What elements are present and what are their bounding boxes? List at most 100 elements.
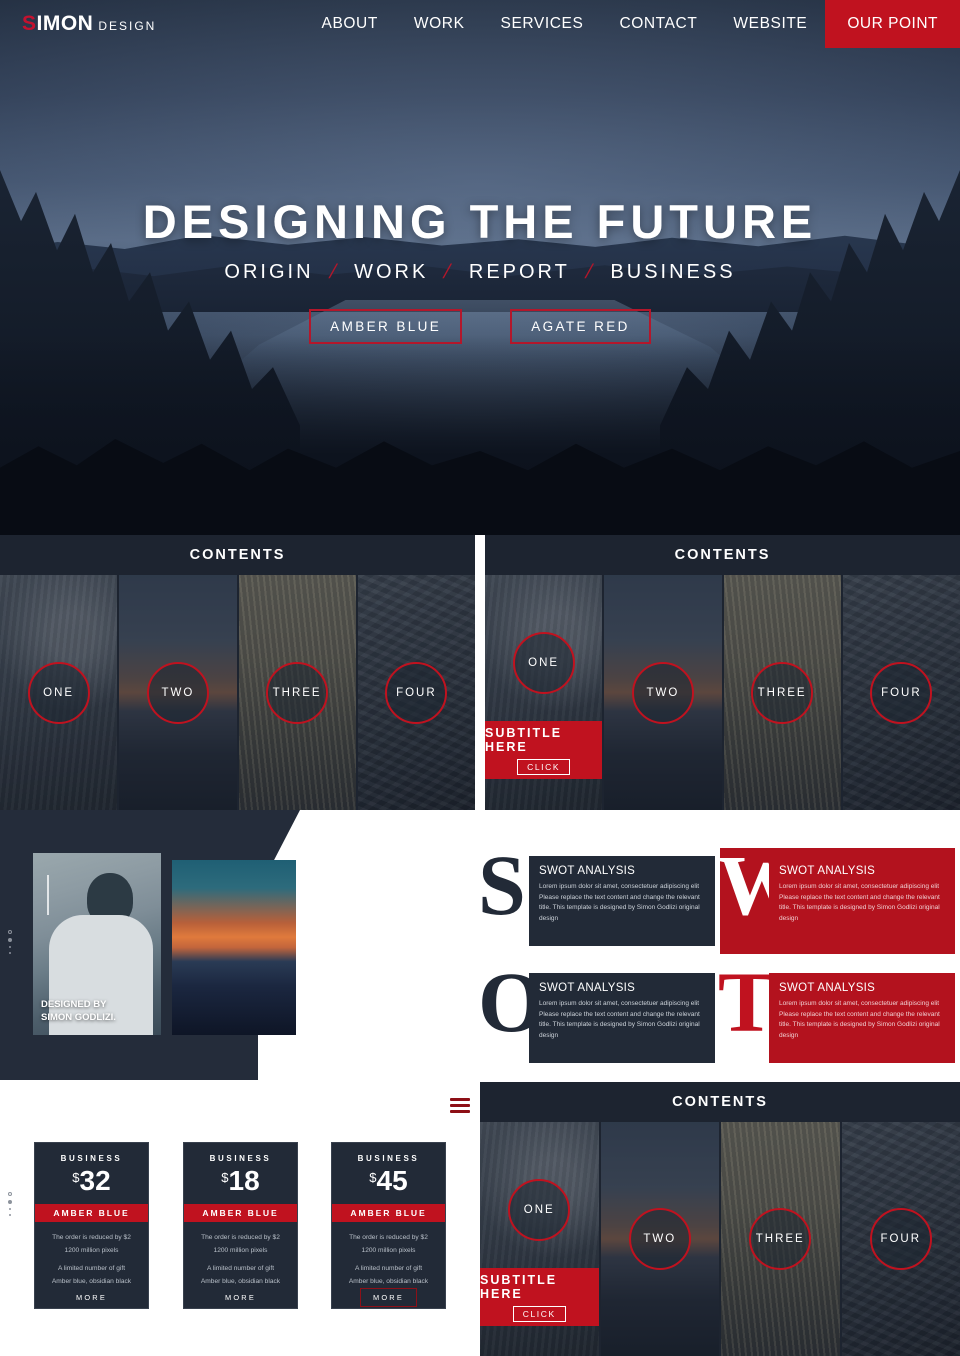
contents-column-three[interactable]: THREE (723, 575, 841, 810)
dot-indicator (8, 1200, 12, 1204)
photo-caption-line1: DESIGNED BY (41, 999, 107, 1011)
dot-indicator (9, 952, 11, 954)
swot-box-s[interactable]: SWOT ANALYSIS Lorem ipsum dolor sit amet… (529, 856, 715, 946)
our-point-button[interactable]: OUR POINT (825, 0, 960, 48)
feature-4: Amber blue, obsidian black (348, 1277, 429, 1285)
nav-item-services[interactable]: SERVICES (501, 15, 584, 33)
contents-column-three[interactable]: THREE (238, 575, 356, 810)
more-button[interactable]: MORE (360, 1288, 417, 1308)
contents-column-one[interactable]: ONE (0, 575, 118, 810)
swot-box-t[interactable]: SWOT ANALYSIS Lorem ipsum dolor sit amet… (769, 973, 955, 1063)
swot-title: SWOT ANALYSIS (779, 865, 876, 877)
contents-column-four[interactable]: FOUR (842, 575, 960, 810)
circle-label-four[interactable]: FOUR (870, 661, 933, 724)
circle-label-two[interactable]: TWO (631, 661, 694, 724)
subtitle-block: SUBTITLE HERE CLICK (485, 721, 603, 779)
pricing-amount: $18 (221, 1167, 259, 1195)
nav-item-website[interactable]: WEBSITE (733, 15, 807, 33)
click-button[interactable]: CLICK (517, 758, 571, 775)
swot-box-o[interactable]: SWOT ANALYSIS Lorem ipsum dolor sit amet… (529, 973, 715, 1063)
swot-box-w[interactable]: SWOT ANALYSIS Lorem ipsum dolor sit amet… (769, 856, 955, 946)
nav-item-about[interactable]: ABOUT (322, 15, 378, 33)
hero-sub-separator: / (582, 261, 598, 283)
circle-label-three[interactable]: THREE (266, 661, 329, 724)
circle-label-three[interactable]: THREE (749, 1208, 812, 1270)
feature-3: A limited number of gift (354, 1265, 423, 1273)
agate-red-button[interactable]: AGATE RED (510, 309, 651, 344)
swot-analysis-section: S SWOT ANALYSIS Lorem ipsum dolor sit am… (478, 842, 960, 1080)
contents-column-one[interactable]: ONE SUBTITLE HERE CLICK (480, 1122, 599, 1356)
hero-sub-separator: / (326, 261, 342, 283)
more-button[interactable]: MORE (63, 1288, 120, 1307)
subtitle-text: SUBTITLE HERE (485, 725, 563, 754)
swot-body: Lorem ipsum dolor sit amet, consectetuer… (539, 1000, 700, 1039)
menu-icon-bottom[interactable] (450, 1098, 470, 1113)
subtitle-text: SUBTITLE HERE (480, 1272, 558, 1301)
swot-title: SWOT ANALYSIS (779, 982, 876, 994)
contents-panel-bottom: CONTENTS ONE SUBTITLE HERE CLICK TWO THR… (480, 1082, 960, 1356)
amber-blue-button[interactable]: AMBER BLUE (309, 309, 463, 344)
click-button[interactable]: CLICK (512, 1305, 566, 1322)
pricing-amount: $32 (72, 1167, 110, 1195)
pricing-label: BUSINESS (60, 1154, 123, 1163)
menu-bar (450, 1104, 470, 1107)
circle-label-one[interactable]: ONE (27, 661, 90, 724)
more-button[interactable]: MORE (212, 1288, 269, 1307)
circle-label-two[interactable]: TWO (146, 661, 209, 724)
contents-column-two[interactable]: TWO (600, 1122, 719, 1356)
circle-label-four[interactable]: FOUR (385, 661, 448, 724)
slide-dots-bottom[interactable] (8, 1192, 12, 1216)
logo-initial: S (22, 12, 37, 35)
top-navigation-bar: SIMON DESIGN ABOUT WORK SERVICES CONTACT … (0, 0, 960, 48)
contents-right-title: CONTENTS (485, 535, 960, 575)
pricing-label: BUSINESS (209, 1154, 272, 1163)
nav-item-work[interactable]: WORK (414, 15, 465, 33)
pricing-card-3[interactable]: BUSINESS $45 AMBER BLUE The order is red… (331, 1142, 446, 1309)
hero-section: SIMON DESIGN ABOUT WORK SERVICES CONTACT … (0, 0, 960, 535)
amount-value: 18 (228, 1165, 260, 1196)
contents-column-four[interactable]: FOUR (841, 1122, 960, 1356)
contents-right-columns: ONE SUBTITLE HERE CLICK TWO THREE FOUR (485, 575, 960, 810)
pricing-features: The order is reduced by $2 1200 million … (52, 1232, 131, 1288)
feature-1: The order is reduced by $2 (349, 1234, 428, 1241)
feature-1: The order is reduced by $2 (52, 1234, 131, 1241)
feature-gap (52, 1257, 131, 1263)
dot-indicator (9, 1214, 11, 1216)
circle-label-two[interactable]: TWO (628, 1208, 691, 1270)
slide-template-preview: SIMON DESIGN ABOUT WORK SERVICES CONTACT … (0, 0, 960, 1356)
circle-label-one[interactable]: ONE (508, 1179, 571, 1241)
contents-column-three[interactable]: THREE (721, 1122, 840, 1356)
currency-symbol: $ (369, 1170, 377, 1185)
contents-column-one[interactable]: ONE SUBTITLE HERE CLICK (485, 575, 603, 810)
currency-symbol: $ (72, 1170, 80, 1185)
logo-subtitle: DESIGN (98, 19, 157, 33)
circle-label-one[interactable]: ONE (512, 632, 575, 694)
nav-item-contact[interactable]: CONTACT (619, 15, 697, 33)
pricing-card-2[interactable]: BUSINESS $18 AMBER BLUE The order is red… (183, 1142, 298, 1309)
hero-sub-work: WORK (354, 261, 429, 283)
circle-label-three[interactable]: THREE (751, 661, 814, 724)
circle-label-four[interactable]: FOUR (869, 1208, 932, 1270)
brand-logo[interactable]: SIMON DESIGN (22, 12, 156, 36)
slide-dots-left[interactable] (8, 930, 12, 954)
dot-indicator (9, 1208, 11, 1210)
contents-column-four[interactable]: FOUR (357, 575, 475, 810)
swot-cell-o: O SWOT ANALYSIS Lorem ipsum dolor sit am… (478, 959, 715, 1071)
feature-2: 1200 million pixels (64, 1246, 119, 1254)
swot-body: Lorem ipsum dolor sit amet, consectetuer… (779, 1000, 940, 1039)
feature-2: 1200 million pixels (361, 1246, 416, 1254)
amount-value: 32 (79, 1165, 111, 1196)
contents-column-two[interactable]: TWO (604, 575, 722, 810)
swot-title: SWOT ANALYSIS (539, 865, 636, 877)
contents-row: CONTENTS ONE TWO THREE FOUR CONTENTS ONE… (0, 535, 960, 810)
subtitle-block: SUBTITLE HERE CLICK (480, 1268, 599, 1326)
pricing-card-1[interactable]: BUSINESS $32 AMBER BLUE The order is red… (34, 1142, 149, 1309)
contents-column-two[interactable]: TWO (119, 575, 237, 810)
swot-letter-t: T (718, 954, 776, 1050)
currency-symbol: $ (221, 1170, 229, 1185)
dot-indicator (8, 938, 12, 942)
main-nav: ABOUT WORK SERVICES CONTACT WEBSITE OUR … (304, 0, 960, 48)
feature-4: Amber blue, obsidian black (51, 1277, 132, 1285)
swot-letter-s: S (478, 837, 526, 933)
contents-panel-right: CONTENTS ONE SUBTITLE HERE CLICK TWO THR… (485, 535, 960, 810)
